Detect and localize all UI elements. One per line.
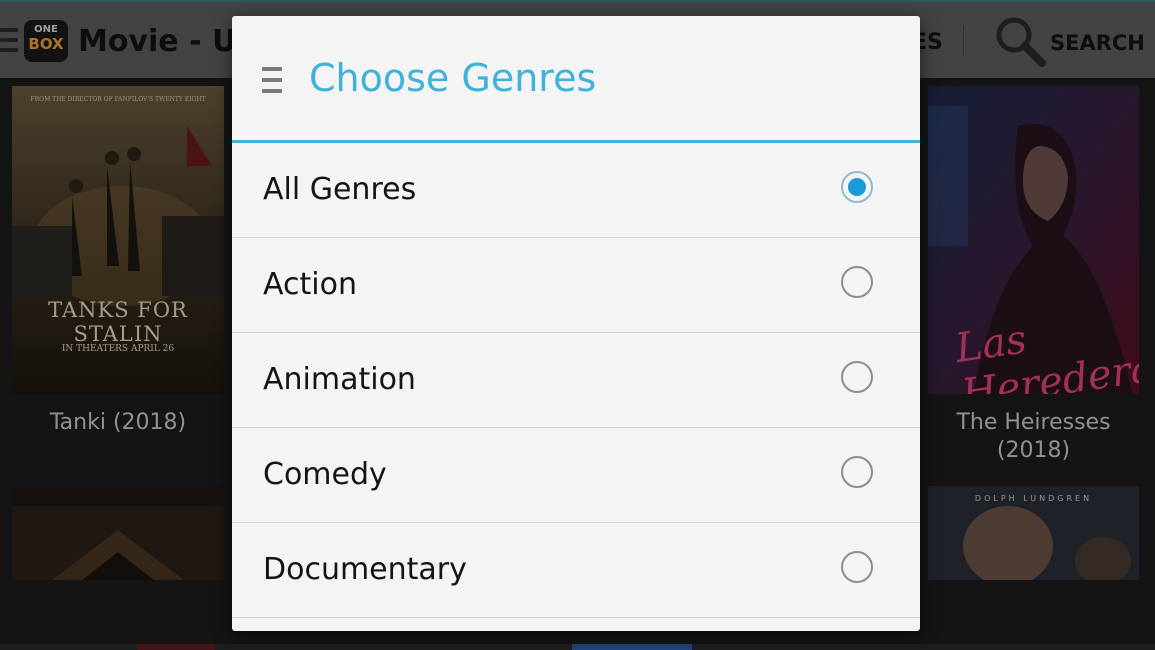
radio-unselected-icon[interactable] — [841, 456, 873, 488]
radio-selected-icon[interactable] — [841, 171, 873, 203]
genre-option-comedy[interactable]: Comedy — [232, 428, 920, 523]
genre-option-documentary[interactable]: Documentary — [232, 523, 920, 618]
radio-unselected-icon[interactable] — [841, 551, 873, 583]
radio-unselected-icon[interactable] — [841, 361, 873, 393]
genre-label: Animation — [263, 362, 416, 397]
genre-option-animation[interactable]: Animation — [232, 333, 920, 428]
dialog-title: Choose Genres — [309, 56, 597, 100]
genre-label: All Genres — [263, 172, 417, 207]
genre-option-action[interactable]: Action — [232, 238, 920, 333]
genre-option-all-genres[interactable]: All Genres — [232, 143, 920, 238]
genre-label: Documentary — [263, 552, 467, 587]
genre-label: Action — [263, 267, 357, 302]
genre-list: All Genres Action Animation Comedy Docum… — [232, 143, 920, 618]
genre-label: Comedy — [263, 457, 387, 492]
choose-genres-dialog: Choose Genres All Genres Action Animatio… — [232, 16, 920, 631]
app-screen: ONE BOX Movie - Up ES SEARCH FROM THE DI… — [0, 0, 1155, 650]
list-icon — [262, 67, 282, 93]
radio-unselected-icon[interactable] — [841, 266, 873, 298]
dialog-header: Choose Genres — [232, 16, 920, 140]
